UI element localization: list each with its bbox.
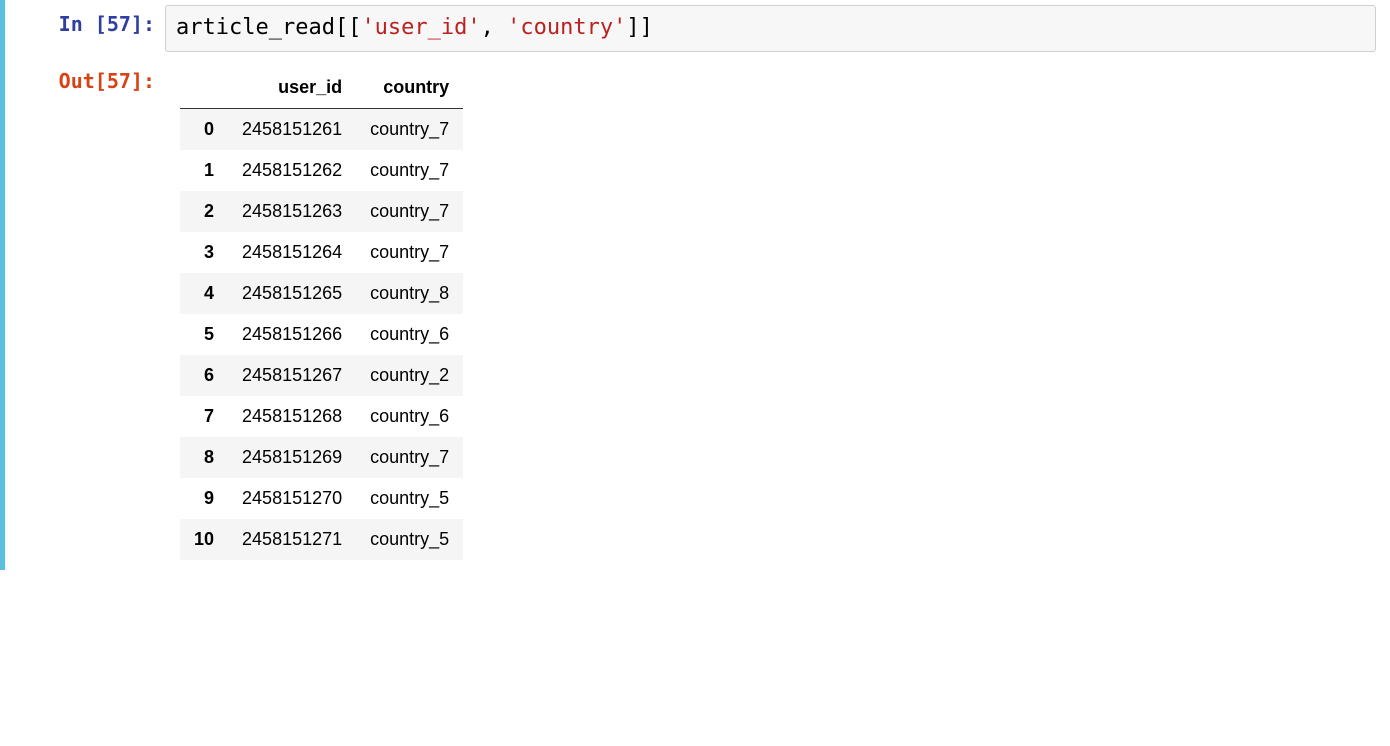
cell-country: country_7 (356, 108, 463, 150)
cell-country: country_7 (356, 150, 463, 191)
cell-country: country_5 (356, 478, 463, 519)
table-header-blank (180, 67, 228, 109)
cell-country: country_6 (356, 396, 463, 437)
table-row: 92458151270country_5 (180, 478, 463, 519)
input-prompt: In [57]: (5, 5, 165, 43)
input-area: In [57]: article_read[['user_id', 'count… (5, 0, 1390, 57)
row-index: 5 (180, 314, 228, 355)
output-prompt: Out[57]: (5, 62, 165, 100)
cell-country: country_5 (356, 519, 463, 560)
dataframe-table: user_id country 02458151261country_71245… (180, 67, 463, 560)
table-row: 62458151267country_2 (180, 355, 463, 396)
table-row: 102458151271country_5 (180, 519, 463, 560)
table-row: 82458151269country_7 (180, 437, 463, 478)
row-index: 7 (180, 396, 228, 437)
table-row: 72458151268country_6 (180, 396, 463, 437)
code-string-token: 'user_id' (361, 15, 480, 40)
cell-user_id: 2458151266 (228, 314, 356, 355)
code-token: , (481, 15, 508, 40)
output-content: user_id country 02458151261country_71245… (165, 62, 1390, 565)
cell-country: country_7 (356, 191, 463, 232)
table-row: 32458151264country_7 (180, 232, 463, 273)
cell-inner: In [57]: article_read[['user_id', 'count… (5, 0, 1390, 570)
table-row: 52458151266country_6 (180, 314, 463, 355)
notebook-cell: In [57]: article_read[['user_id', 'count… (0, 0, 1390, 570)
code-input[interactable]: article_read[['user_id', 'country']] (165, 5, 1376, 52)
cell-user_id: 2458151264 (228, 232, 356, 273)
cell-user_id: 2458151267 (228, 355, 356, 396)
cell-user_id: 2458151265 (228, 273, 356, 314)
code-token: ]] (626, 15, 653, 40)
row-index: 4 (180, 273, 228, 314)
output-area: Out[57]: user_id country 02458151261coun… (5, 57, 1390, 570)
row-index: 1 (180, 150, 228, 191)
cell-user_id: 2458151261 (228, 108, 356, 150)
cell-country: country_8 (356, 273, 463, 314)
row-index: 2 (180, 191, 228, 232)
table-row: 02458151261country_7 (180, 108, 463, 150)
row-index: 9 (180, 478, 228, 519)
row-index: 10 (180, 519, 228, 560)
row-index: 3 (180, 232, 228, 273)
cell-user_id: 2458151263 (228, 191, 356, 232)
code-string-token: 'country' (507, 15, 626, 40)
cell-country: country_7 (356, 232, 463, 273)
table-row: 42458151265country_8 (180, 273, 463, 314)
table-row: 22458151263country_7 (180, 191, 463, 232)
cell-user_id: 2458151270 (228, 478, 356, 519)
table-row: 12458151262country_7 (180, 150, 463, 191)
row-index: 8 (180, 437, 228, 478)
cell-country: country_6 (356, 314, 463, 355)
cell-user_id: 2458151262 (228, 150, 356, 191)
row-index: 6 (180, 355, 228, 396)
table-header-row: user_id country (180, 67, 463, 109)
cell-country: country_7 (356, 437, 463, 478)
table-header-user_id: user_id (228, 67, 356, 109)
cell-user_id: 2458151268 (228, 396, 356, 437)
cell-user_id: 2458151269 (228, 437, 356, 478)
cell-user_id: 2458151271 (228, 519, 356, 560)
code-token: article_read[[ (176, 15, 361, 40)
row-index: 0 (180, 108, 228, 150)
cell-country: country_2 (356, 355, 463, 396)
table-header-country: country (356, 67, 463, 109)
